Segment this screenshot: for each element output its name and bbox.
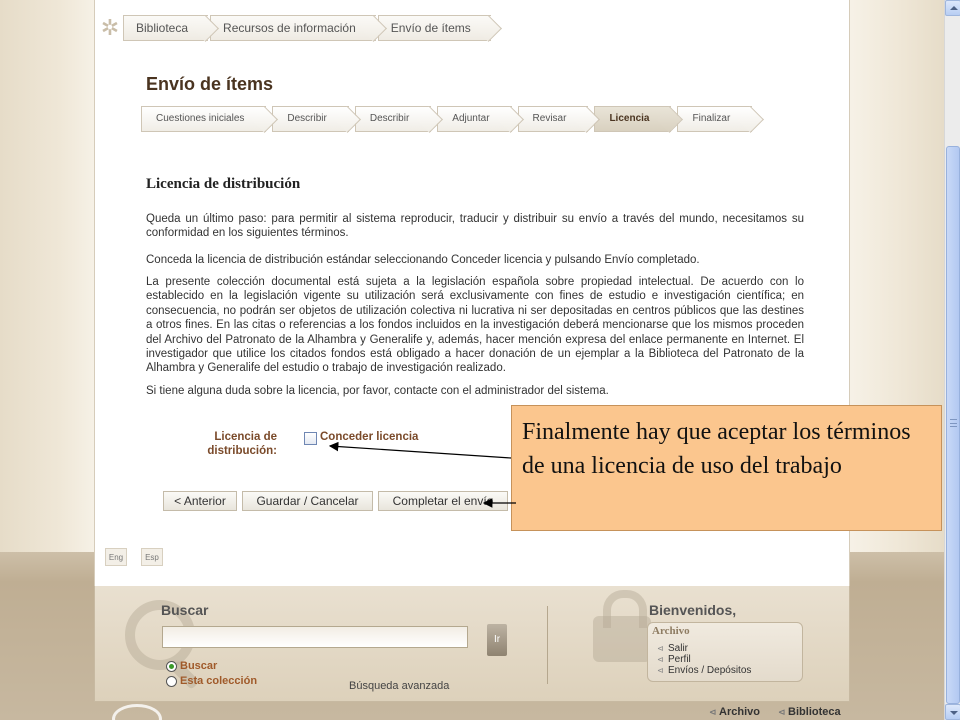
submission-steps: Cuestiones iniciales Describir Describir… (141, 106, 758, 134)
language-spanish[interactable]: Esp (141, 548, 163, 566)
search-input[interactable] (162, 626, 468, 648)
scroll-down-button[interactable] (945, 704, 960, 720)
archive-link-perfil[interactable]: Perfil (657, 654, 691, 665)
step-cuestiones-iniciales[interactable]: Cuestiones iniciales (141, 106, 267, 132)
step-licencia[interactable]: Licencia (594, 106, 672, 132)
search-title: Buscar (161, 602, 209, 618)
paragraph-license-terms: La presente colección documental está su… (146, 276, 804, 375)
radio-search-all-indicator[interactable] (166, 660, 177, 672)
annotation-callout: Finalmente hay que aceptar los términos … (511, 405, 942, 531)
complete-submission-button[interactable]: Completar el envío (378, 491, 508, 511)
breadcrumb: ✲ Biblioteca Recursos de información Env… (97, 14, 493, 42)
lock-icon (593, 590, 651, 662)
paragraph-contact: Si tiene alguna duda sobre la licencia, … (146, 385, 609, 397)
radio-this-collection[interactable]: Esta colección (166, 675, 257, 687)
scrollbar-grip-icon (950, 419, 957, 427)
breadcrumb-item-biblioteca[interactable]: Biblioteca (123, 15, 209, 41)
radio-search-all-label: Buscar (180, 660, 218, 672)
radio-this-collection-label: Esta colección (180, 675, 258, 687)
previous-button[interactable]: < Anterior (163, 491, 237, 511)
archive-title: Archivo (652, 625, 690, 637)
page-title: Envío de ítems (146, 74, 274, 94)
paragraph-intro: Queda un último paso: para permitir al s… (146, 213, 804, 240)
save-cancel-button[interactable]: Guardar / Cancelar (242, 491, 373, 511)
advanced-search-link[interactable]: Búsqueda avanzada (349, 680, 449, 692)
search-go-button[interactable]: Ir (487, 624, 507, 656)
archive-menu: Archivo Salir Perfil Envíos / Depósitos (647, 622, 803, 682)
grant-license-label[interactable]: Conceder licencia (320, 431, 418, 443)
bottom-link-biblioteca[interactable]: Biblioteca (778, 706, 841, 718)
archive-link-envios[interactable]: Envíos / Depósitos (657, 665, 751, 676)
step-describir-1[interactable]: Describir (272, 106, 349, 132)
step-revisar[interactable]: Revisar (517, 106, 589, 132)
scroll-up-button[interactable] (945, 0, 960, 16)
home-star-icon[interactable]: ✲ (97, 15, 123, 41)
footer: Buscar Ir Buscar Esta colección Búsqueda… (94, 586, 850, 702)
step-adjuntar[interactable]: Adjuntar (437, 106, 512, 132)
step-finalizar[interactable]: Finalizar (677, 106, 753, 132)
archive-link-salir[interactable]: Salir (657, 643, 688, 654)
footer-divider (547, 606, 548, 684)
language-english[interactable]: Eng (105, 548, 127, 566)
grant-license-checkbox[interactable] (304, 432, 317, 445)
license-label: Licencia de distribución: (207, 431, 277, 457)
vertical-scrollbar[interactable] (944, 0, 960, 720)
radio-search-all[interactable]: Buscar (166, 660, 217, 672)
radio-this-collection-indicator[interactable] (166, 675, 177, 687)
breadcrumb-item-recursos[interactable]: Recursos de información (210, 15, 376, 41)
section-title: Licencia de distribución (146, 176, 301, 192)
scrollbar-thumb[interactable] (946, 146, 960, 704)
paragraph-instructions: Conceda la licencia de distribución está… (146, 254, 700, 266)
welcome-title: Bienvenidos, (649, 602, 737, 618)
bottom-link-archivo[interactable]: Archivo (709, 706, 760, 718)
breadcrumb-item-envio[interactable]: Envío de ítems (377, 15, 491, 41)
step-describir-2[interactable]: Describir (354, 106, 432, 132)
